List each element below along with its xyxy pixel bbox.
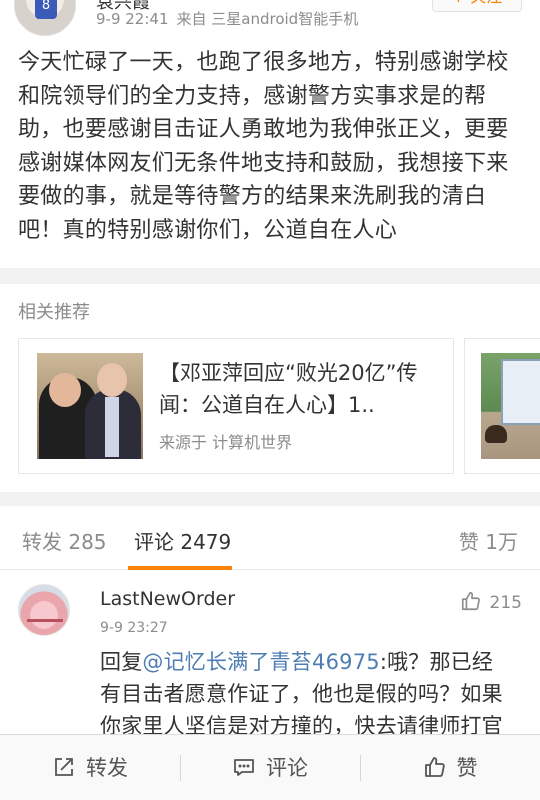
tab-repost[interactable]: 转发 285 [22, 526, 107, 555]
weibo-post-detail: 8 袁兴霞 9-9 22:41来自 三星android智能手机 + 关注 今天忙… [0, 0, 540, 800]
comment-label: 评论 [266, 756, 308, 780]
repost-icon [55, 758, 73, 776]
comment-like-count: 215 [489, 593, 522, 613]
comment-time: 9-9 23:27 [100, 620, 168, 636]
like-label: 赞 [456, 756, 478, 780]
related-section: 相关推荐 【邓亚萍回应“败光20亿”传闻：公道自在人心】1.. 来源于 计算机世… [0, 284, 540, 492]
bottom-toolbar: 转发 评论 赞 [0, 734, 540, 800]
author-avatar[interactable]: 8 [14, 0, 76, 36]
post-time: 9-9 22:41 [96, 10, 169, 28]
related-card-title: 【邓亚萍回应“败光20亿”传闻：公道自在人心】1.. [159, 361, 418, 417]
post-card: 8 袁兴霞 9-9 22:41来自 三星android智能手机 + 关注 今天忙… [0, 0, 540, 268]
tab-like[interactable]: 赞 1万 [459, 526, 518, 555]
related-title: 相关推荐 [18, 302, 90, 323]
commenter-avatar[interactable] [18, 584, 70, 636]
jersey-image: 8 [35, 0, 57, 19]
interaction-tabs: 转发 285 评论 2479 赞 1万 [0, 506, 540, 570]
comment-icon [234, 759, 254, 776]
thumbs-up-icon [424, 757, 445, 777]
comment-like-button[interactable]: 215 [460, 590, 522, 617]
repost-label: 转发 [86, 756, 128, 780]
comment-button[interactable]: 评论 [180, 735, 360, 800]
comment-mention-link[interactable]: @记忆长满了青苔46975 [142, 650, 379, 674]
like-button[interactable]: 赞 [360, 735, 540, 800]
related-card-thumbnail [37, 353, 143, 459]
follow-button[interactable]: + 关注 [432, 0, 522, 12]
tab-comment[interactable]: 评论 2479 [134, 526, 231, 555]
related-card-next-thumbnail [481, 353, 540, 459]
commenter-name[interactable]: LastNewOrder [100, 588, 235, 610]
comment-reply-prefix: 回复 [100, 650, 143, 674]
thumbs-up-icon [460, 590, 482, 617]
post-meta: 9-9 22:41 来自 三星android智能手机 [96, 8, 358, 29]
post-source: 来自 三星android智能手机 [176, 10, 359, 28]
related-card-source: 来源于 计算机世界 [159, 433, 293, 452]
post-text: 今天忙碌了一天，也跑了很多地方，特别感谢学校和院领导们的全力支持，感谢警方实事求… [18, 50, 509, 243]
related-card-next[interactable] [464, 338, 540, 474]
related-card[interactable]: 【邓亚萍回应“败光20亿”传闻：公道自在人心】1.. 来源于 计算机世界 [18, 338, 454, 474]
repost-button[interactable]: 转发 [0, 735, 180, 800]
